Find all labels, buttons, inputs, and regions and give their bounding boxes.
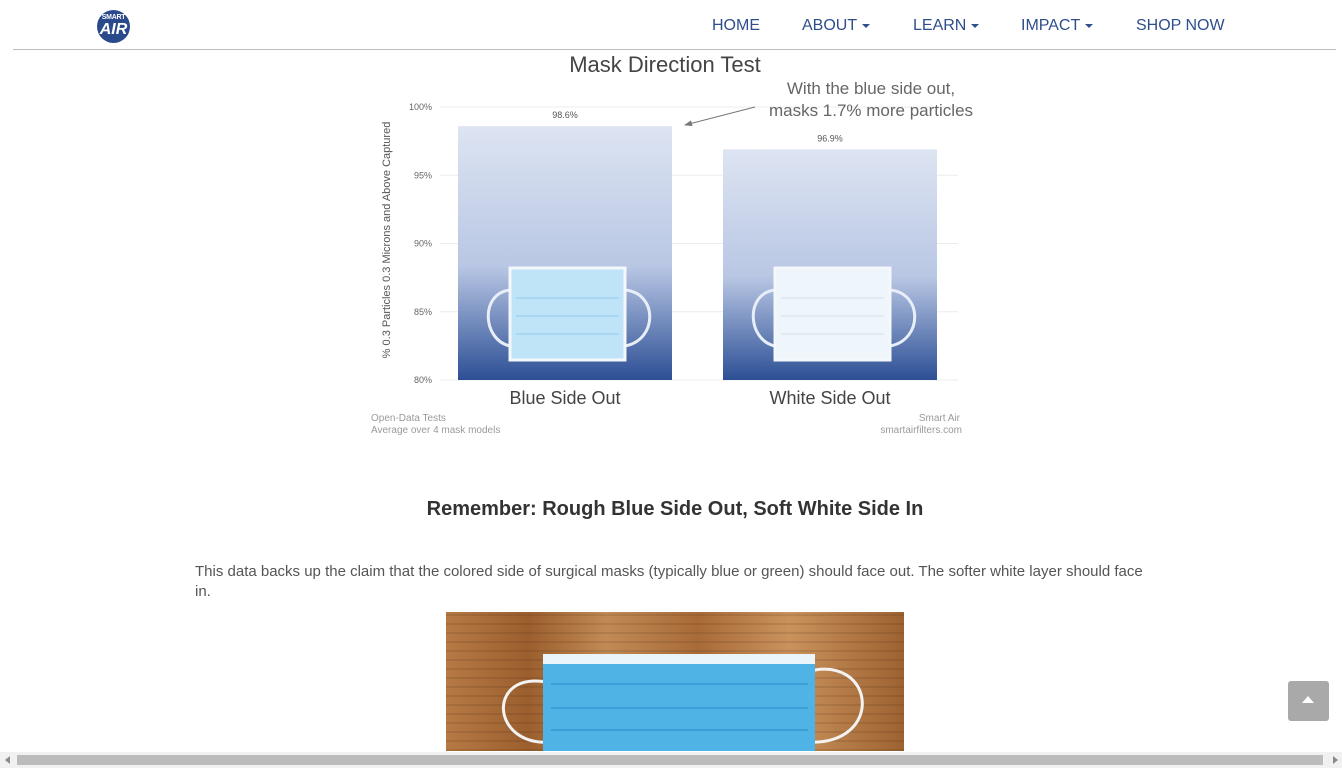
- annotation-line-2: masks 1.7% more particles: [769, 101, 973, 120]
- y-tick-label: 100%: [409, 102, 432, 112]
- mask-illustration: [501, 654, 864, 751]
- mask-icon: [751, 266, 917, 362]
- y-tick-label: 90%: [414, 239, 432, 249]
- nav-shop-now[interactable]: SHOP NOW: [1136, 17, 1225, 35]
- site-header: SMART AIR HOME ABOUT LEARN IMPACT SHOP N…: [0, 0, 1342, 50]
- x-axis-categories: Blue Side Out White Side Out: [509, 388, 890, 408]
- y-axis-ticks: 80% 85% 90% 95% 100%: [409, 102, 432, 385]
- scroll-right-icon[interactable]: [1333, 756, 1338, 764]
- footer-right-1: Smart Air: [919, 413, 961, 424]
- mask-body: [508, 266, 627, 362]
- bar-value-label: 98.6%: [552, 110, 578, 120]
- chevron-down-icon: [1085, 23, 1094, 28]
- surgical-mask-photo: [446, 612, 904, 751]
- mask-icon: [486, 266, 652, 362]
- mask-images: [486, 266, 917, 362]
- chart-title: Mask Direction Test: [569, 52, 761, 77]
- footer-right-2: smartairfilters.com: [880, 425, 962, 436]
- x-category-label: Blue Side Out: [509, 388, 620, 408]
- chart-svg: Mask Direction Test 80% 85% 90% 95% 100% % 0…: [371, 52, 973, 436]
- annotation-line-1: With the blue side out,: [787, 79, 955, 98]
- scroll-to-top-button[interactable]: [1288, 681, 1329, 721]
- chevron-down-icon: [971, 23, 980, 28]
- logo-text-top: SMART: [101, 14, 126, 21]
- footer-left-1: Open-Data Tests: [371, 413, 446, 424]
- section-heading: Remember: Rough Blue Side Out, Soft Whit…: [426, 498, 924, 520]
- nav-about[interactable]: ABOUT: [802, 17, 871, 35]
- body-paragraph: This data backs up the claim that the co…: [195, 563, 1143, 600]
- smart-air-logo[interactable]: SMART AIR: [97, 10, 130, 43]
- nav-impact[interactable]: IMPACT: [1021, 17, 1094, 35]
- x-category-label: White Side Out: [769, 388, 890, 408]
- nav-learn[interactable]: LEARN: [913, 17, 980, 35]
- y-axis-label: % 0.3 Particles 0.3 Microns and Above Ca…: [381, 122, 393, 359]
- scroll-left-icon[interactable]: [5, 756, 10, 764]
- logo-text-bottom: AIR: [99, 21, 128, 38]
- mask-body: [773, 266, 892, 362]
- footer-left-2: Average over 4 mask models: [371, 425, 500, 436]
- mask-direction-chart: Mask Direction Test 80% 85% 90% 95% 100% % 0…: [360, 50, 980, 445]
- horizontal-scrollbar[interactable]: [0, 752, 1342, 768]
- nav-home[interactable]: HOME: [712, 17, 760, 35]
- annotation-arrow: [684, 106, 756, 127]
- bar-value-label: 96.9%: [817, 133, 843, 143]
- scrollbar-thumb[interactable]: [17, 755, 1323, 765]
- y-tick-label: 95%: [414, 170, 432, 180]
- y-tick-label: 85%: [414, 307, 432, 317]
- chevron-down-icon: [862, 23, 871, 28]
- y-tick-label: 80%: [414, 375, 432, 385]
- chevron-up-icon: [1302, 696, 1314, 703]
